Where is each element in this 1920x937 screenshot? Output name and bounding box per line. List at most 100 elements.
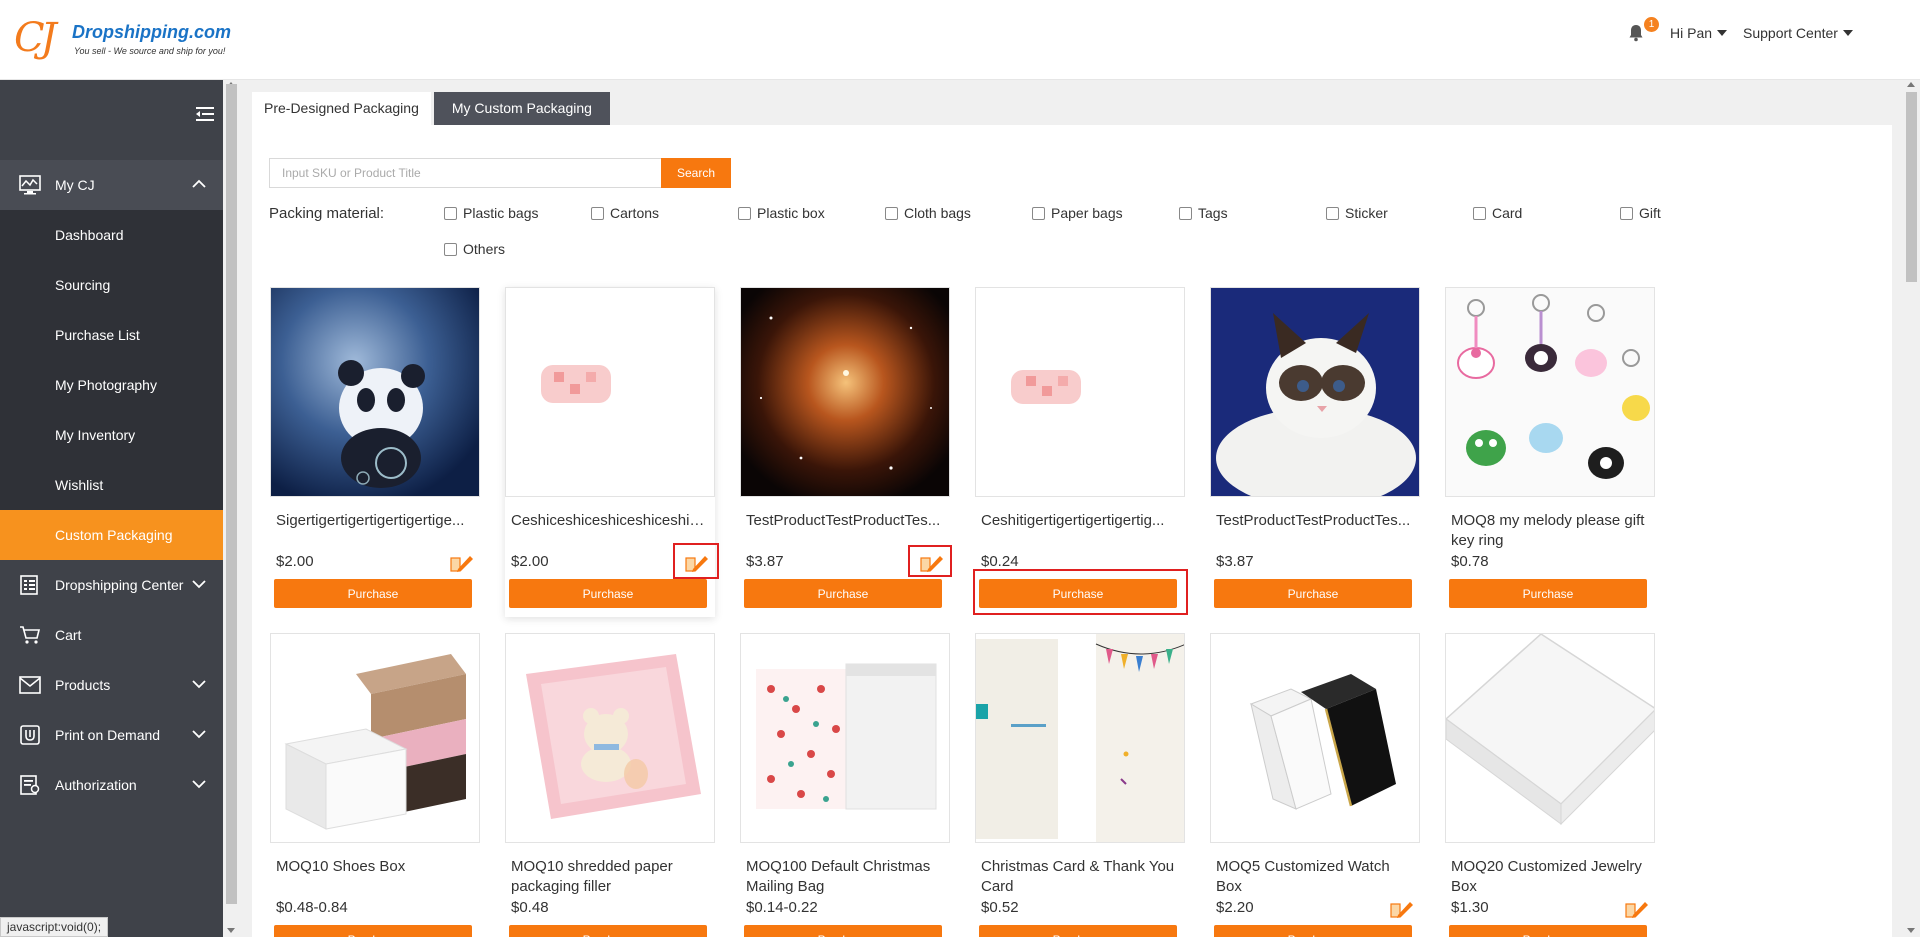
product-title[interactable]: MOQ10 shredded paper packaging filler [511,857,711,897]
purchase-button[interactable]: Purchase [274,579,472,608]
product-image-placeholder[interactable] [505,287,715,497]
sidebar-item-authorization[interactable]: Authorization [0,760,223,810]
filter-gift[interactable]: Gift [1620,205,1661,221]
product-title[interactable]: TestProductTestProductTes... [746,511,946,531]
product-image-placeholder[interactable] [975,287,1185,497]
product-title[interactable]: MOQ10 Shoes Box [276,857,476,877]
purchase-button[interactable]: Purchase [1214,579,1412,608]
edit-pencil-icon[interactable] [1625,900,1649,918]
purchase-button[interactable]: Purchase [744,925,942,937]
product-title[interactable]: Ceshitigertigertigertigertig... [981,511,1181,531]
filter-cartons[interactable]: Cartons [591,205,659,221]
product-title[interactable]: TestProductTestProductTes... [1216,511,1416,531]
product-image-keyrings[interactable] [1445,287,1655,497]
filter-tags[interactable]: Tags [1179,205,1228,221]
scroll-down-arrow-icon[interactable] [227,928,235,933]
cj-logo[interactable]: CJ Dropshipping.com You sell - We source… [14,18,231,62]
sidebar-scroll-thumb[interactable] [226,84,237,904]
support-center-menu[interactable]: Support Center [1743,25,1853,41]
tab-my-custom-packaging[interactable]: My Custom Packaging [433,92,610,125]
sidebar-item-my-photography[interactable]: My Photography [0,360,223,410]
product-title[interactable]: Ceshiceshiceshiceshiceshice... [511,511,711,531]
purchase-button[interactable]: Purchase [274,925,472,937]
filter-others[interactable]: Others [444,241,505,257]
checkbox[interactable] [1032,206,1045,220]
main-scroll-thumb[interactable] [1906,92,1917,282]
sidebar-item-dashboard[interactable]: Dashboard [0,210,223,260]
filter-label: Others [463,241,506,257]
checkbox[interactable] [444,242,457,256]
purchase-button[interactable]: Purchase [1214,925,1412,937]
purchase-button[interactable]: Purchase [509,925,707,937]
checkbox[interactable] [885,206,898,220]
tab-pre-designed-packaging[interactable]: Pre-Designed Packaging [252,92,431,125]
edit-pencil-icon[interactable] [1390,900,1414,918]
scroll-up-arrow-icon[interactable] [1907,82,1915,87]
sidebar-item-custom-packaging[interactable]: Custom Packaging [0,510,223,560]
purchase-button[interactable]: Purchase [979,925,1177,937]
sidebar-item-purchase-list[interactable]: Purchase List [0,310,223,360]
sidebar-item-my-inventory[interactable]: My Inventory [0,410,223,460]
sidebar-item-products[interactable]: Products [0,660,223,710]
filter-card[interactable]: Card [1473,205,1522,221]
sidebar-item-sourcing[interactable]: Sourcing [0,260,223,310]
filter-cloth-bags[interactable]: Cloth bags [885,205,971,221]
product-image-mailing-bag[interactable] [740,633,950,843]
checkbox[interactable] [591,206,604,220]
checkbox[interactable] [1179,206,1192,220]
user-menu[interactable]: Hi Pan [1670,25,1728,41]
sidebar-item-wishlist[interactable]: Wishlist [0,460,223,510]
product-title[interactable]: MOQ100 Default Christmas Mailing Bag [746,857,946,897]
search-button[interactable]: Search [661,158,731,188]
search-input[interactable] [269,158,661,188]
product-image-panda[interactable] [270,287,480,497]
edit-pencil-icon[interactable] [685,554,709,572]
main-scrollbar[interactable] [1903,80,1920,937]
purchase-button[interactable]: Purchase [509,579,707,608]
purchase-button[interactable]: Purchase [979,579,1177,608]
checkbox[interactable] [1473,206,1486,220]
product-image-watch-box[interactable] [1210,633,1420,843]
filter-plastic-box[interactable]: Plastic box [738,205,825,221]
checkbox[interactable] [738,206,751,220]
product-title[interactable]: MOQ5 Customized Watch Box [1216,857,1416,897]
sidebar-subitem-label: My Photography [55,377,157,393]
menu-collapse-icon[interactable] [196,106,214,122]
sidebar-scrollbar[interactable] [223,80,240,937]
purchase-button[interactable]: Purchase [1449,579,1647,608]
filter-sticker[interactable]: Sticker [1326,205,1388,221]
product-title[interactable]: Christmas Card & Thank You Card [981,857,1181,897]
product-image-jewelry-box[interactable] [1445,633,1655,843]
product-title[interactable]: Sigertigertigertigertigertige... [276,511,476,531]
filter-plastic-bags[interactable]: Plastic bags [444,205,538,221]
sidebar-submenu-my-cj: Dashboard Sourcing Purchase List My Phot… [0,210,223,560]
sidebar-item-print-on-demand[interactable]: Print on Demand [0,710,223,760]
product-price: $0.78 [1451,553,1489,570]
edit-pencil-icon[interactable] [920,554,944,572]
product-image-christmas-cards[interactable] [975,633,1185,843]
packing-material-label: Packing material: [269,205,385,222]
scroll-down-arrow-icon[interactable] [1907,928,1915,933]
checkbox[interactable] [1620,206,1633,220]
sidebar-subitem-label: Purchase List [55,327,140,343]
product-image-paper-filler[interactable] [505,633,715,843]
sidebar-item-my-cj[interactable]: My CJ [0,160,223,210]
product-title[interactable]: MOQ20 Customized Jewelry Box [1451,857,1651,897]
product-image-cat[interactable] [1210,287,1420,497]
notification-bell-icon[interactable] [1628,24,1644,42]
sidebar-item-label: My CJ [55,177,95,193]
checkbox[interactable] [444,206,457,220]
search-bar: Search [269,158,731,188]
checkbox[interactable] [1326,206,1339,220]
purchase-button[interactable]: Purchase [1449,925,1647,937]
product-title[interactable]: MOQ8 my melody please gift key ring [1451,511,1651,551]
sidebar-item-dropshipping-center[interactable]: Dropshipping Center [0,560,223,610]
sidebar-item-cart[interactable]: Cart [0,610,223,660]
product-image-shoe-boxes[interactable] [270,633,480,843]
product-card[interactable]: Ceshiceshiceshiceshiceshice... $2.00 Pur… [505,287,715,617]
logo-name: Dropshipping.com [72,22,231,42]
filter-paper-bags[interactable]: Paper bags [1032,205,1123,221]
edit-pencil-icon[interactable] [450,554,474,572]
product-image-nebula[interactable] [740,287,950,497]
purchase-button[interactable]: Purchase [744,579,942,608]
